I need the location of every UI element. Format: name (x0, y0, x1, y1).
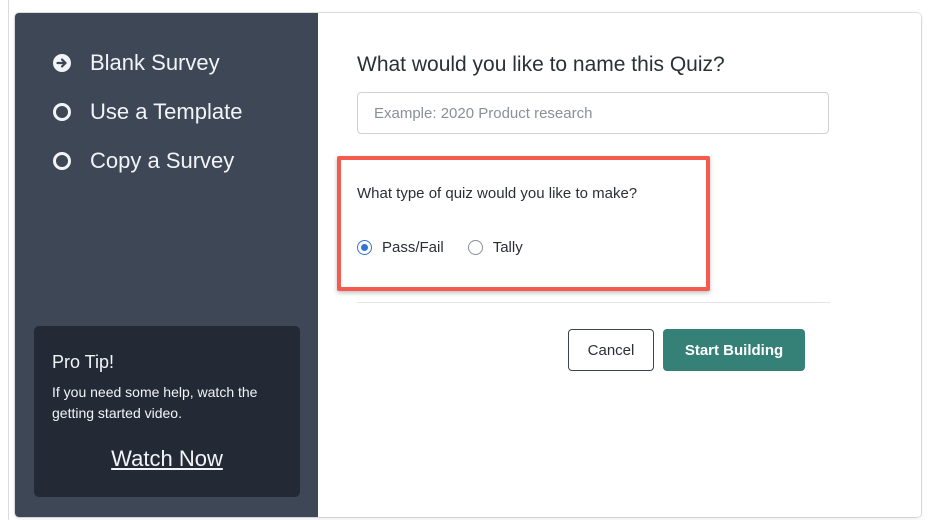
background-window-divider (8, 0, 9, 520)
highlight-box (337, 156, 710, 291)
start-building-button[interactable]: Start Building (663, 329, 805, 371)
create-survey-modal: Blank Survey Use a Template Copy a Surve… (15, 13, 921, 517)
watch-now-link[interactable]: Watch Now (34, 446, 300, 472)
quiz-name-input[interactable] (357, 92, 829, 134)
radio-label: Tally (492, 239, 523, 256)
quiz-name-heading: What would you like to name this Quiz? (357, 53, 725, 76)
quiz-type-radio-group: Pass/Fail Tally (357, 239, 547, 256)
arrow-circle-right-icon (53, 54, 71, 72)
main-panel: What would you like to name this Quiz? W… (318, 13, 921, 517)
radio-label: Pass/Fail (382, 239, 444, 256)
radio-circle-icon (53, 152, 71, 170)
radio-unchecked-icon (467, 240, 483, 255)
sidebar-item-label: Copy a Survey (90, 148, 235, 173)
sidebar-item-label: Blank Survey (90, 50, 220, 75)
page: Blank Survey Use a Template Copy a Surve… (0, 0, 929, 520)
background-window-edge (0, 0, 8, 520)
divider (357, 302, 830, 303)
cancel-button[interactable]: Cancel (568, 329, 654, 371)
sidebar: Blank Survey Use a Template Copy a Surve… (15, 13, 318, 517)
quiz-type-label: What type of quiz would you like to make… (357, 185, 638, 202)
sidebar-item-blank-survey[interactable]: Blank Survey (52, 50, 220, 76)
radio-checked-icon (357, 240, 372, 255)
radio-pass-fail[interactable]: Pass/Fail (357, 239, 444, 256)
pro-tip-title: Pro Tip! (52, 352, 115, 372)
radio-circle-icon (53, 103, 71, 121)
sidebar-item-label: Use a Template (90, 99, 243, 124)
sidebar-item-copy-survey[interactable]: Copy a Survey (52, 148, 234, 174)
radio-tally[interactable]: Tally (467, 239, 523, 256)
pro-tip-card: Pro Tip! If you need some help, watch th… (34, 326, 300, 497)
pro-tip-body: If you need some help, watch the getting… (52, 384, 258, 421)
sidebar-item-use-template[interactable]: Use a Template (52, 99, 242, 125)
